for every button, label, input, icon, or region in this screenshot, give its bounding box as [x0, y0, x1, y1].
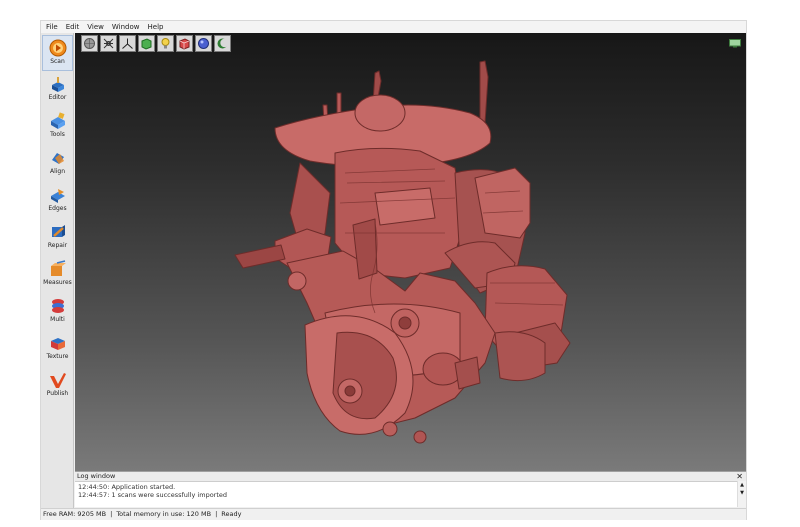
- log-lines: 12:44:50: Application started. 12:44:57:…: [75, 482, 746, 499]
- sidebar-item-align[interactable]: Align: [42, 146, 73, 182]
- scan-icon: [49, 39, 66, 57]
- sidebar-item-publish[interactable]: Publish: [42, 368, 73, 404]
- free-ram-status: Free RAM: 9205 MB: [43, 510, 107, 518]
- texture-icon: [50, 338, 65, 350]
- align-icon: [51, 153, 64, 164]
- log-title-bar: Log window ✕: [75, 472, 746, 482]
- sidebar-item-edges[interactable]: Edges: [42, 183, 73, 219]
- menu-bar: File Edit View Window Help: [41, 21, 746, 33]
- repair-icon: [51, 225, 65, 237]
- sidebar: Scan Editor Tools Align Edges Repair Mea…: [41, 33, 74, 508]
- smooth-sphere-icon: [198, 38, 209, 49]
- menu-view[interactable]: View: [83, 23, 108, 31]
- sidebar-item-label: Measures: [43, 279, 72, 286]
- scroll-up-icon[interactable]: ▲: [738, 481, 746, 489]
- sidebar-item-texture[interactable]: Texture: [42, 331, 73, 367]
- sidebar-item-label: Repair: [47, 242, 68, 249]
- solid-box-icon: [179, 38, 190, 50]
- toolbar-button-sphere-view[interactable]: [81, 35, 98, 52]
- sidebar-item-label: Scan: [50, 58, 65, 65]
- status-separator: |: [215, 510, 218, 518]
- sidebar-item-multi[interactable]: Multi: [42, 294, 73, 330]
- carburetor-3d-model: [234, 60, 571, 444]
- edges-icon: [50, 189, 65, 203]
- multi-icon: [51, 299, 64, 313]
- menu-help[interactable]: Help: [144, 23, 168, 31]
- sphere-view-icon: [84, 38, 95, 49]
- flat-shading-icon: [141, 38, 152, 50]
- toolbar-button-crescent[interactable]: [214, 35, 231, 52]
- sidebar-item-label: Align: [49, 168, 66, 175]
- toolbar-button-flat-shading[interactable]: [138, 35, 155, 52]
- measures-icon: [50, 260, 66, 276]
- app-window: File Edit View Window Help Scan Editor T…: [40, 20, 747, 520]
- log-window: Log window ✕ 12:44:50: Application start…: [75, 471, 746, 507]
- sidebar-item-label: Multi: [50, 316, 65, 323]
- sidebar-item-label: Edges: [48, 205, 67, 212]
- toolbar-button-solid-box[interactable]: [176, 35, 193, 52]
- menu-file[interactable]: File: [41, 23, 62, 31]
- sidebar-item-tools[interactable]: Tools: [42, 109, 73, 145]
- status-bar: Free RAM: 9205 MB | Total memory in use:…: [41, 508, 746, 520]
- menu-edit[interactable]: Edit: [62, 23, 84, 31]
- axes-icon: [122, 38, 133, 49]
- screen-icon[interactable]: [729, 39, 741, 48]
- 3d-viewport[interactable]: [75, 33, 746, 471]
- status-separator: |: [110, 510, 113, 518]
- sidebar-item-editor[interactable]: Editor: [42, 72, 73, 108]
- memory-status: Total memory in use: 120 MB: [116, 510, 212, 518]
- editor-icon: [51, 77, 64, 92]
- ready-status: Ready: [221, 510, 242, 518]
- toolbar-button-smooth-sphere[interactable]: [195, 35, 212, 52]
- light-icon: [161, 38, 170, 49]
- vertices-view-icon: [103, 38, 114, 49]
- publish-icon: [49, 373, 66, 388]
- tools-icon: [50, 112, 65, 129]
- log-title: Log window: [77, 472, 116, 480]
- close-icon[interactable]: ✕: [736, 472, 743, 481]
- sidebar-item-label: Editor: [48, 94, 67, 101]
- sidebar-item-scan[interactable]: Scan: [42, 35, 73, 71]
- sidebar-item-label: Publish: [46, 390, 69, 397]
- sidebar-item-label: Texture: [46, 353, 69, 360]
- sidebar-item-repair[interactable]: Repair: [42, 220, 73, 256]
- log-line: 12:44:57: 1 scans were successfully impo…: [78, 490, 228, 499]
- sidebar-item-label: Tools: [50, 131, 65, 138]
- toolbar-button-vertices-view[interactable]: [100, 35, 117, 52]
- toolbar-button-light[interactable]: [157, 35, 174, 52]
- sidebar-item-measures[interactable]: Measures: [42, 257, 73, 293]
- log-scrollbar[interactable]: ▲ ▼: [737, 481, 746, 507]
- menu-window[interactable]: Window: [108, 23, 144, 31]
- crescent-icon: [217, 38, 229, 49]
- scroll-down-icon[interactable]: ▼: [738, 489, 746, 497]
- view-toolbar: [81, 35, 231, 52]
- toolbar-button-axes[interactable]: [119, 35, 136, 52]
